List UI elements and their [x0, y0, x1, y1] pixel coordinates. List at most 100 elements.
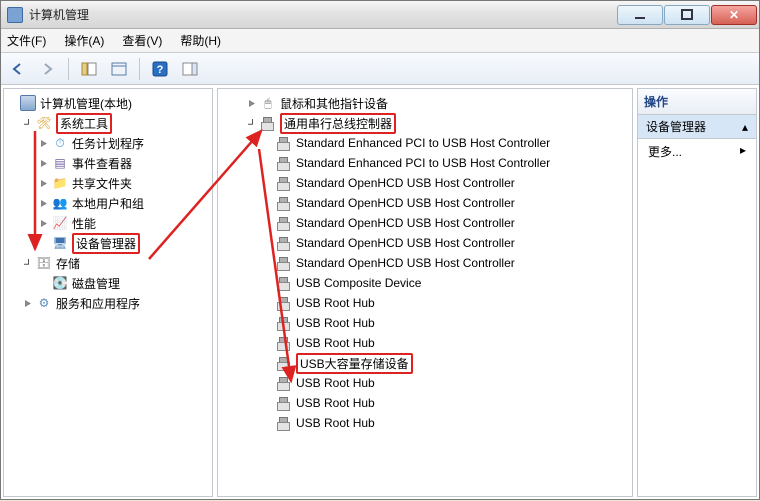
svg-text:?: ? — [157, 64, 164, 76]
usb-device-icon — [276, 195, 292, 211]
collapse-icon[interactable] — [22, 257, 34, 269]
device-usb-item-label: USB Root Hub — [296, 316, 375, 330]
tree-eventvwr[interactable]: ▤ 事件查看器 — [36, 153, 212, 173]
device-usb-item[interactable]: USB Root Hub — [260, 333, 632, 353]
device-usb-item[interactable]: USB Root Hub — [260, 373, 632, 393]
device-usb-item[interactable]: USB Root Hub — [260, 313, 632, 333]
menu-help[interactable]: 帮助(H) — [180, 32, 221, 49]
usb-device-icon — [276, 235, 292, 251]
titlebar[interactable]: 计算机管理 ✕ — [1, 1, 759, 29]
device-usb-item[interactable]: USB Root Hub — [260, 393, 632, 413]
tree-users-label: 本地用户和组 — [72, 195, 144, 212]
tree-services-label: 服务和应用程序 — [56, 295, 140, 312]
tree-root-computer-management[interactable]: 计算机管理(本地) — [4, 93, 212, 113]
device-usb-item-label: USB Root Hub — [296, 396, 375, 410]
computer-management-window: 计算机管理 ✕ 文件(F) 操作(A) 查看(V) 帮助(H) — [0, 0, 760, 500]
tree-system-tools[interactable]: 🛠 系统工具 — [20, 113, 212, 133]
usb-device-icon — [276, 295, 292, 311]
tree-diskmgmt[interactable]: 💽 磁盘管理 — [36, 273, 212, 293]
device-usb-item[interactable]: Standard OpenHCD USB Host Controller — [260, 193, 632, 213]
computer-icon — [20, 95, 36, 111]
usb-device-icon — [276, 395, 292, 411]
mouse-icon: 🖱 — [260, 95, 276, 111]
device-usb-item[interactable]: Standard Enhanced PCI to USB Host Contro… — [260, 153, 632, 173]
storage-icon: 🗄 — [36, 255, 52, 271]
device-usb-item-label: Standard OpenHCD USB Host Controller — [296, 256, 515, 270]
maximize-button[interactable] — [664, 5, 710, 25]
show-actions-pane-button[interactable] — [177, 57, 203, 81]
usb-category-icon — [260, 115, 276, 131]
console-tree-pane[interactable]: 计算机管理(本地) 🛠 系统工具 — [3, 88, 213, 497]
device-usb-item[interactable]: Standard OpenHCD USB Host Controller — [260, 173, 632, 193]
device-mouse-label: 鼠标和其他指针设备 — [280, 95, 388, 112]
minimize-button[interactable] — [617, 5, 663, 25]
actions-header: 操作 — [638, 89, 756, 115]
device-usb-item-label: USB Root Hub — [296, 376, 375, 390]
tree-perf[interactable]: 📈 性能 — [36, 213, 212, 233]
usb-device-icon — [276, 155, 292, 171]
usb-device-icon — [276, 135, 292, 151]
tree-devmgr-label: 设备管理器 — [72, 233, 140, 254]
device-usb-item[interactable]: Standard OpenHCD USB Host Controller — [260, 213, 632, 233]
event-viewer-icon: ▤ — [52, 155, 68, 171]
menu-action[interactable]: 操作(A) — [64, 32, 104, 49]
device-usb-item-label: USB Root Hub — [296, 416, 375, 430]
actions-selection[interactable]: 设备管理器 ▴ — [638, 115, 756, 139]
device-usb-item[interactable]: USB大容量存储设备 — [260, 353, 632, 373]
device-usb-item-label: Standard Enhanced PCI to USB Host Contro… — [296, 136, 550, 150]
device-usb-item-label: Standard Enhanced PCI to USB Host Contro… — [296, 156, 550, 170]
users-groups-icon: 👥 — [52, 195, 68, 211]
expand-icon[interactable] — [38, 177, 50, 189]
tree-shares-label: 共享文件夹 — [72, 175, 132, 192]
expand-icon[interactable] — [22, 297, 34, 309]
usb-device-icon — [276, 375, 292, 391]
tree-storage[interactable]: 🗄 存储 — [20, 253, 212, 273]
expand-icon[interactable] — [246, 97, 258, 109]
usb-device-icon — [276, 415, 292, 431]
tree-system-tools-label: 系统工具 — [56, 113, 112, 134]
collapse-icon[interactable] — [22, 117, 34, 129]
device-usb-controllers[interactable]: 通用串行总线控制器 — [244, 113, 632, 133]
menu-file[interactable]: 文件(F) — [7, 32, 46, 49]
back-button[interactable] — [5, 57, 31, 81]
tree-users[interactable]: 👥 本地用户和组 — [36, 193, 212, 213]
device-usb-item-label: USB Composite Device — [296, 276, 421, 290]
expand-icon[interactable] — [38, 197, 50, 209]
caret-up-icon: ▴ — [742, 120, 748, 134]
close-button[interactable]: ✕ — [711, 5, 757, 25]
tools-icon: 🛠 — [36, 115, 52, 131]
tree-scheduler[interactable]: ⏱ 任务计划程序 — [36, 133, 212, 153]
device-usb-item-label: Standard OpenHCD USB Host Controller — [296, 236, 515, 250]
show-hide-tree-button[interactable] — [76, 57, 102, 81]
forward-button[interactable] — [35, 57, 61, 81]
collapse-icon[interactable] — [246, 117, 258, 129]
device-usb-item[interactable]: Standard OpenHCD USB Host Controller — [260, 233, 632, 253]
performance-icon: 📈 — [52, 215, 68, 231]
device-usb-item-label: Standard OpenHCD USB Host Controller — [296, 196, 515, 210]
help-button[interactable]: ? — [147, 57, 173, 81]
device-tree-pane[interactable]: 🖱 鼠标和其他指针设备 通用串行总线控制器 Standard Enhanced … — [217, 88, 633, 497]
tree-shares[interactable]: 📁 共享文件夹 — [36, 173, 212, 193]
tree-services-apps[interactable]: ⚙ 服务和应用程序 — [20, 293, 212, 313]
tree-device-manager[interactable]: 🖥 设备管理器 — [36, 233, 212, 253]
expand-icon[interactable] — [38, 217, 50, 229]
usb-device-icon — [276, 255, 292, 271]
actions-more-label: 更多... — [648, 143, 682, 160]
expand-icon[interactable] — [38, 157, 50, 169]
device-usb-item[interactable]: USB Root Hub — [260, 293, 632, 313]
usb-device-icon — [276, 355, 292, 371]
device-usb-item[interactable]: Standard Enhanced PCI to USB Host Contro… — [260, 133, 632, 153]
tree-eventvwr-label: 事件查看器 — [72, 155, 132, 172]
actions-more[interactable]: 更多... ▸ — [638, 139, 756, 164]
device-mouse-category[interactable]: 🖱 鼠标和其他指针设备 — [244, 93, 632, 113]
actions-selected-label: 设备管理器 — [646, 118, 706, 135]
device-usb-item[interactable]: Standard OpenHCD USB Host Controller — [260, 253, 632, 273]
properties-button[interactable] — [106, 57, 132, 81]
device-usb-item-label: Standard OpenHCD USB Host Controller — [296, 176, 515, 190]
expand-icon[interactable] — [38, 137, 50, 149]
menubar: 文件(F) 操作(A) 查看(V) 帮助(H) — [1, 29, 759, 53]
task-scheduler-icon: ⏱ — [52, 135, 68, 151]
menu-view[interactable]: 查看(V) — [122, 32, 162, 49]
device-usb-item[interactable]: USB Root Hub — [260, 413, 632, 433]
device-usb-item[interactable]: USB Composite Device — [260, 273, 632, 293]
